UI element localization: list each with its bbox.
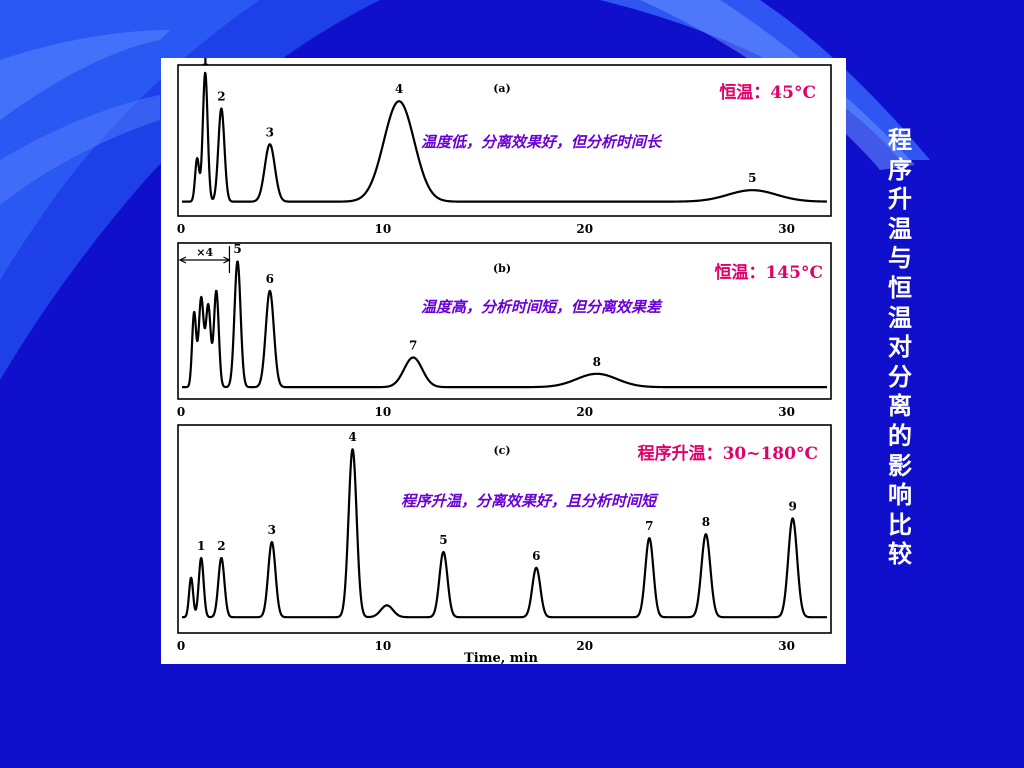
annotation-note: 程序升温，分离效果好，且分析时间短: [401, 492, 659, 510]
x-tick-label: 20: [576, 639, 593, 653]
chromatogram-trace: [181, 448, 828, 619]
peak-label: 5: [439, 533, 447, 547]
x-tick-label: 10: [375, 222, 392, 236]
x-tick-label: 0: [177, 222, 185, 236]
x-tick-label: 20: [576, 222, 593, 236]
panel-label: (c): [493, 444, 510, 457]
slide-title-char: 响: [888, 481, 912, 510]
x-tick-label: 30: [778, 639, 795, 653]
condition-label: 程序升温：30~180°C: [638, 443, 818, 464]
panel-label: (b): [493, 262, 511, 275]
slide-title-char: 恒: [888, 273, 912, 302]
slide-title-char: 序: [888, 155, 912, 184]
peak-label: 4: [395, 82, 403, 96]
slide-title-char: 离: [888, 392, 912, 421]
condition-label: 恒温：145°C: [714, 262, 823, 283]
x-tick-label: 30: [778, 222, 795, 236]
x-axis-label: Time, min: [464, 651, 538, 664]
slide-title-vertical: 程序升温与恒温对分离的影响比较: [880, 126, 920, 570]
peak-label: 8: [593, 355, 601, 369]
slide-title-char: 比: [888, 510, 912, 539]
peak-label: 3: [266, 125, 274, 139]
x-tick-label: 20: [576, 405, 593, 419]
peak-label: 7: [409, 339, 417, 353]
peak-label: 3: [268, 523, 276, 537]
peak-label: 2: [217, 89, 225, 103]
peak-label: 2: [217, 539, 225, 553]
slide-title-char: 升: [888, 185, 912, 214]
peak-label: 4: [348, 430, 356, 444]
slide-title-char: 与: [888, 244, 912, 273]
slide-title-char: 分: [888, 362, 912, 391]
slide-title-char: 较: [888, 540, 912, 569]
peak-label: 5: [233, 242, 241, 256]
annotation-note: 温度高，分析时间短，但分离效果差: [421, 298, 663, 316]
slide-title-char: 温: [888, 214, 912, 243]
x-tick-label: 10: [375, 639, 392, 653]
x-tick-label: 30: [778, 405, 795, 419]
slide-title-char: 程: [888, 126, 912, 154]
peak-label: 1: [201, 58, 209, 68]
condition-label: 恒温：45°C: [719, 82, 816, 103]
slide-title-char: 对: [888, 333, 912, 362]
peak-label: 6: [266, 272, 274, 286]
peak-label: 6: [532, 549, 540, 563]
x-tick-label: 10: [375, 405, 392, 419]
slide-title-char: 温: [888, 303, 912, 332]
slide-title-char: 的: [888, 421, 912, 450]
chromatogram-svg: 123450 10 20 30(a) 恒温：45°C温度低，分离效果好，但分析时间长56…: [177, 58, 832, 664]
peak-label: 8: [702, 515, 710, 529]
x-tick-label: 0: [177, 639, 185, 653]
slide-title-char: 影: [888, 451, 912, 480]
chromatogram-figure: 1 2 3 4 5 0 10 20 30 (a) 恒温：45°C 温度低，分离效果好，但分析时间长 5 6…: [161, 58, 846, 664]
annotation-note: 温度低，分离效果好，但分析时间长: [421, 133, 663, 151]
panel-label: (a): [493, 82, 511, 95]
peak-label: 5: [748, 171, 756, 185]
attenuation-label: ×4: [196, 246, 213, 259]
peak-label: 9: [789, 499, 797, 513]
peak-label: 1: [197, 539, 205, 553]
peak-label: 7: [645, 519, 653, 533]
x-tick-label: 0: [177, 405, 185, 419]
